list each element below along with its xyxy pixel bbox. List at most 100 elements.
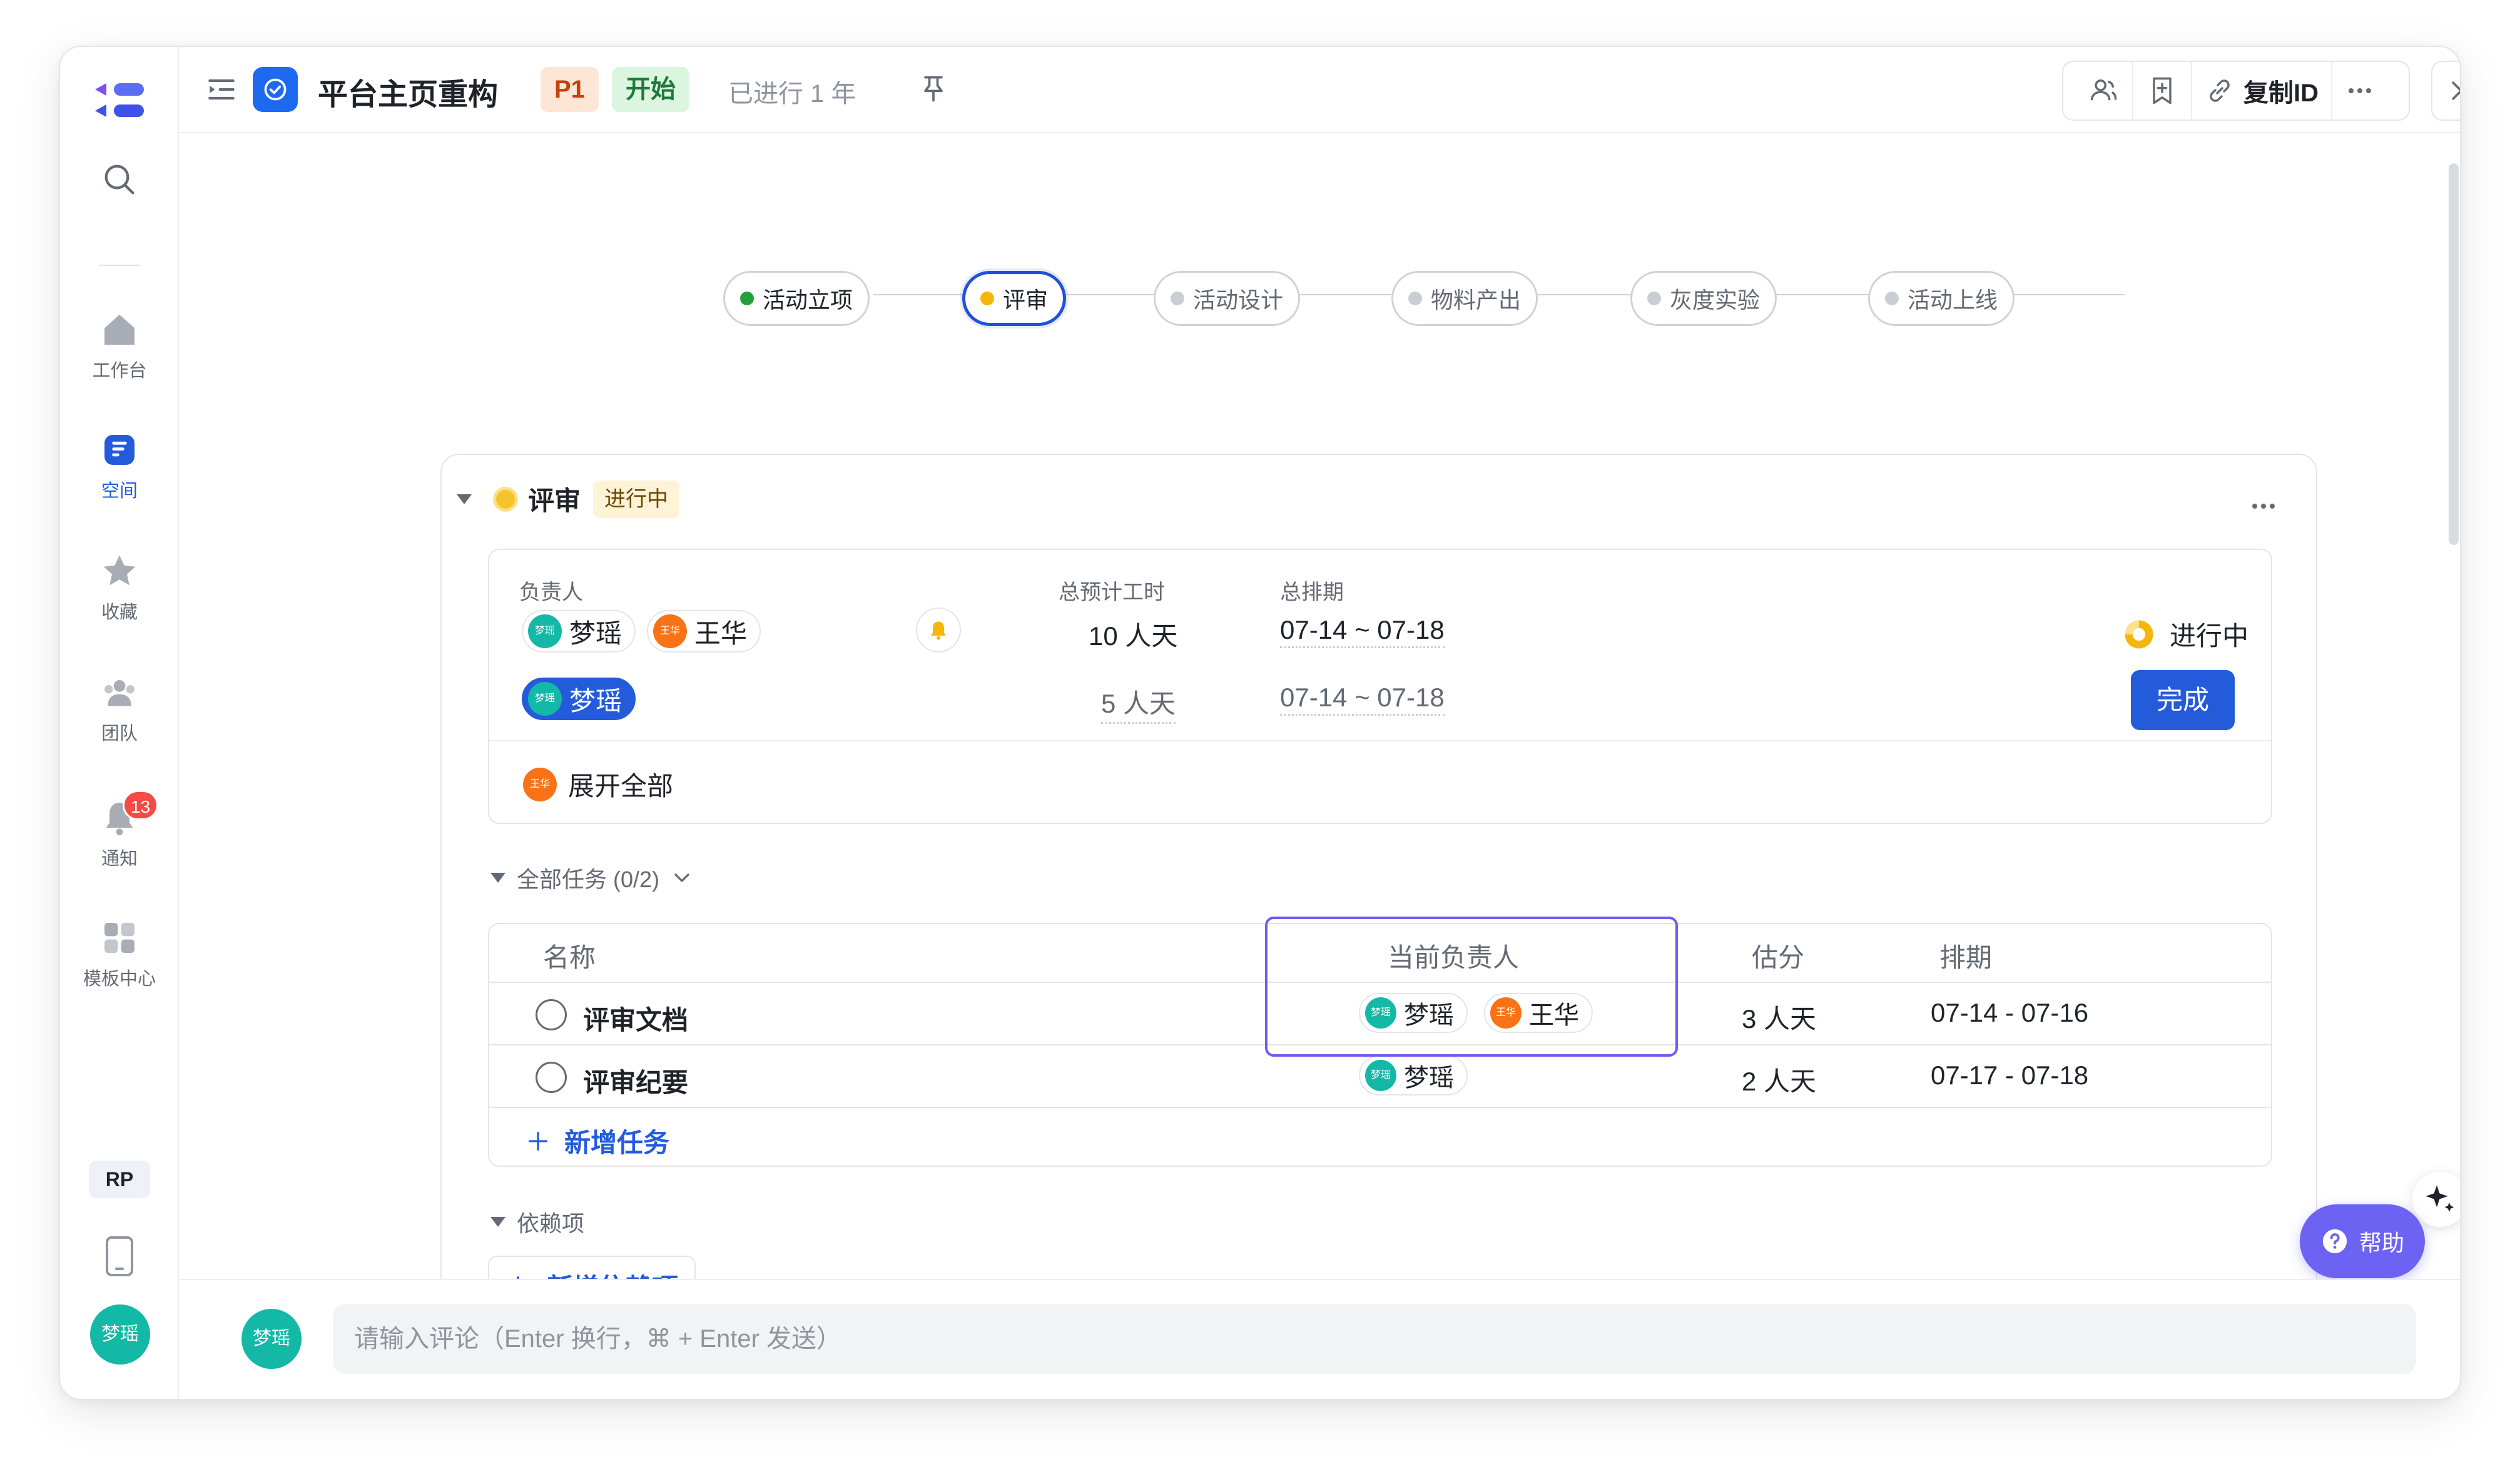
task-checkbox[interactable] bbox=[536, 999, 567, 1030]
assignee-chip[interactable]: 王华 王华 bbox=[1484, 993, 1593, 1033]
assignee-chip[interactable]: 梦瑶 梦瑶 bbox=[1359, 993, 1468, 1033]
remind-button[interactable] bbox=[916, 607, 961, 653]
assignee-name: 梦瑶 bbox=[1404, 1064, 1454, 1092]
stage-header[interactable]: 评审 进行中 bbox=[457, 480, 680, 518]
deps-section-header[interactable]: 依赖项 bbox=[490, 1206, 584, 1238]
collapse-caret-icon[interactable] bbox=[490, 873, 506, 883]
more-icon bbox=[2349, 88, 2371, 93]
task-estimate[interactable]: 2 人天 bbox=[1742, 1060, 1816, 1099]
effort-header: 总预计工时 bbox=[1059, 581, 1165, 604]
assignee-avatar: 梦瑶 bbox=[1365, 997, 1396, 1029]
stage-label: 活动上线 bbox=[1908, 287, 1998, 313]
expand-all-button[interactable]: 王华 展开全部 bbox=[523, 765, 673, 803]
stage-dot bbox=[740, 292, 754, 305]
page-title[interactable]: 平台主页重构 bbox=[318, 69, 498, 113]
collapse-caret-icon[interactable] bbox=[457, 494, 472, 504]
add-task-button[interactable]: 新增任务 bbox=[526, 1122, 669, 1160]
stage-status-badge[interactable]: 进行中 bbox=[593, 480, 680, 518]
stage-step[interactable]: 灰度实验 bbox=[1630, 271, 1777, 326]
collapse-caret-icon[interactable] bbox=[490, 1217, 506, 1227]
task-schedule[interactable]: 07-17 - 07-18 bbox=[1931, 1060, 2088, 1090]
stage-step-current[interactable]: 评审 bbox=[962, 271, 1067, 326]
template-icon bbox=[104, 923, 135, 953]
rail-item-templates[interactable]: 模板中心 bbox=[60, 918, 179, 990]
rail-divider bbox=[99, 265, 140, 266]
more-button[interactable] bbox=[2332, 62, 2387, 119]
deps-section-label: 依赖项 bbox=[517, 1211, 585, 1236]
owner-avatar: 王华 bbox=[653, 614, 687, 648]
task-schedule[interactable]: 07-14 - 07-16 bbox=[1931, 998, 2088, 1028]
pin-icon[interactable] bbox=[917, 72, 950, 104]
copy-id-button[interactable]: 复制ID bbox=[2192, 62, 2332, 119]
priority-tag[interactable]: P1 bbox=[541, 67, 599, 112]
plus-icon bbox=[517, 1276, 519, 1279]
rail-item-team[interactable]: 团队 bbox=[60, 673, 179, 745]
expand-all-label: 展开全部 bbox=[568, 771, 674, 801]
task-name[interactable]: 评审纪要 bbox=[583, 1062, 688, 1100]
owner-chip[interactable]: 王华 王华 bbox=[647, 610, 761, 653]
commenter-avatar: 梦瑶 bbox=[241, 1309, 302, 1369]
close-icon bbox=[2452, 81, 2460, 100]
assignee-name: 梦瑶 bbox=[1404, 1002, 1454, 1029]
owner-chip-selected[interactable]: 梦瑶 梦瑶 bbox=[522, 678, 636, 720]
status-tag[interactable]: 开始 bbox=[612, 67, 689, 112]
rail-search[interactable] bbox=[60, 160, 179, 200]
stage-status-dot bbox=[493, 486, 518, 512]
assignee-chip[interactable]: 梦瑶 梦瑶 bbox=[1359, 1055, 1468, 1095]
col-schedule-header[interactable]: 排期 bbox=[1939, 937, 1992, 975]
total-schedule[interactable]: 07-14 ~ 07-18 bbox=[1280, 615, 1445, 648]
team-icon bbox=[104, 680, 135, 706]
comment-input[interactable] bbox=[333, 1304, 2416, 1374]
ai-assistant-button[interactable] bbox=[2412, 1172, 2460, 1227]
app-logo-icon[interactable] bbox=[93, 79, 146, 123]
col-name-header[interactable]: 名称 bbox=[543, 937, 596, 975]
bookmark-button[interactable] bbox=[2133, 62, 2192, 119]
rp-chip[interactable]: RP bbox=[89, 1161, 150, 1198]
stage-dot bbox=[1171, 292, 1184, 305]
rail-item-favorites[interactable]: 收藏 bbox=[60, 551, 179, 624]
vertical-scrollbar[interactable] bbox=[2449, 163, 2459, 545]
stage-dot bbox=[1408, 292, 1422, 305]
close-button[interactable] bbox=[2431, 61, 2460, 121]
task-checkbox[interactable] bbox=[536, 1062, 567, 1093]
col-estimate-header[interactable]: 估分 bbox=[1752, 937, 1804, 975]
stage-more-icon[interactable] bbox=[2248, 491, 2279, 521]
stage-step[interactable]: 活动立项 bbox=[723, 271, 870, 326]
stage-label: 活动设计 bbox=[1193, 287, 1284, 313]
members-button[interactable] bbox=[2075, 62, 2133, 119]
progress-status[interactable]: 进行中 bbox=[2122, 615, 2248, 653]
help-button[interactable]: 帮助 bbox=[2300, 1204, 2425, 1278]
rail-item-label: 团队 bbox=[101, 724, 138, 744]
user-avatar[interactable]: 梦瑶 bbox=[90, 1304, 150, 1365]
stage-step[interactable]: 活动设计 bbox=[1154, 271, 1301, 326]
copy-id-label: 复制ID bbox=[2243, 79, 2319, 107]
owner-effort[interactable]: 5 人天 bbox=[1101, 683, 1176, 724]
col-assignee-header[interactable]: 当前负责人 bbox=[1388, 937, 1519, 975]
chevron-down-icon[interactable] bbox=[669, 865, 694, 890]
progress-status-label: 进行中 bbox=[2170, 621, 2249, 651]
stage-label: 物料产出 bbox=[1431, 287, 1522, 313]
stage-step[interactable]: 物料产出 bbox=[1391, 271, 1538, 326]
owner-chip[interactable]: 梦瑶 梦瑶 bbox=[522, 610, 636, 653]
progress-pie-icon bbox=[2125, 620, 2153, 648]
mobile-icon[interactable] bbox=[104, 1236, 135, 1277]
rail-item-label: 工作台 bbox=[92, 361, 147, 381]
owner-header: 负责人 bbox=[519, 581, 583, 604]
collapse-sidebar-icon[interactable] bbox=[204, 72, 239, 107]
rail-item-workbench[interactable]: 工作台 bbox=[60, 310, 179, 382]
divider bbox=[489, 740, 2271, 741]
rail-item-space[interactable]: 空间 bbox=[60, 430, 179, 502]
add-dependency-button[interactable]: 新增依赖项 bbox=[488, 1256, 696, 1279]
stage-step[interactable]: 活动上线 bbox=[1868, 271, 2015, 326]
complete-button[interactable]: 完成 bbox=[2131, 670, 2235, 730]
task-name[interactable]: 评审文档 bbox=[583, 999, 688, 1037]
link-icon bbox=[2210, 79, 2230, 102]
task-section-header[interactable]: 全部任务 (0/2) bbox=[490, 862, 694, 894]
stage-label: 评审 bbox=[1003, 287, 1049, 313]
add-task-label: 新增任务 bbox=[564, 1128, 670, 1157]
owner-schedule[interactable]: 07-14 ~ 07-18 bbox=[1280, 683, 1445, 716]
divider bbox=[489, 982, 2271, 983]
rail-item-notify[interactable]: 13 通知 bbox=[60, 790, 179, 870]
schedule-header: 总排期 bbox=[1280, 581, 1344, 604]
task-estimate[interactable]: 3 人天 bbox=[1742, 998, 1816, 1036]
